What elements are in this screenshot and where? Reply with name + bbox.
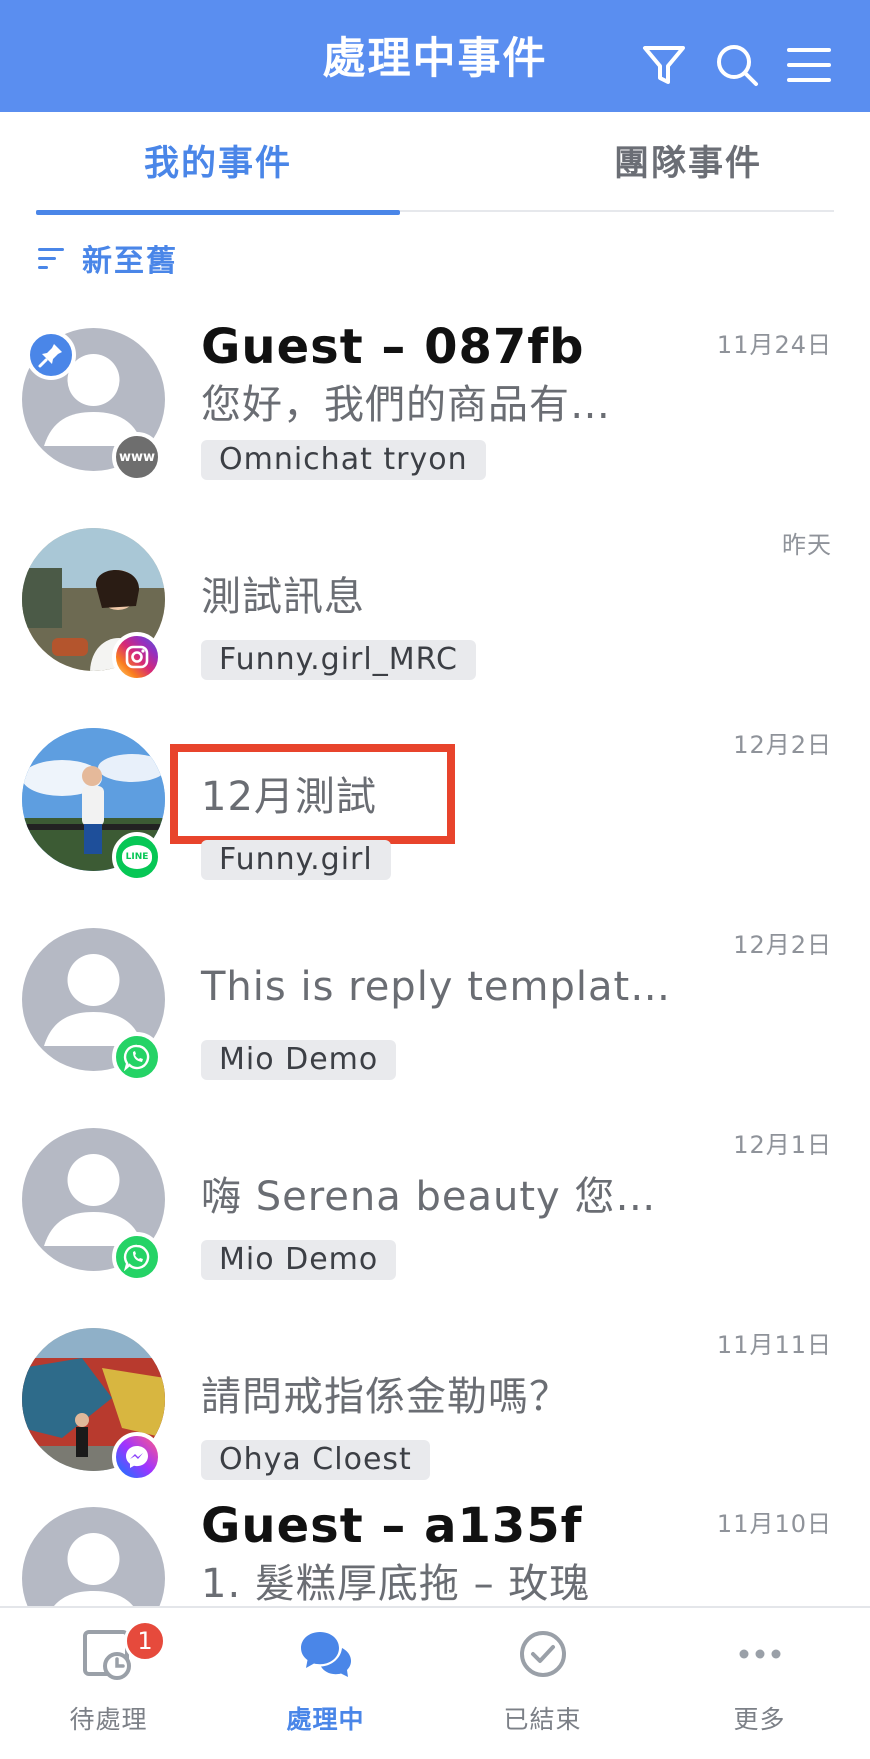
nav-closed[interactable]: 已結束 [434, 1608, 651, 1759]
account-tag: Mio Demo [201, 1040, 397, 1080]
default-avatar-icon [22, 1507, 165, 1608]
conversation-item[interactable]: Guest – a135f 1. 髮糕厚底拖 – 玫瑰 11月10日 [0, 1479, 870, 1608]
line-icon: LINE [112, 832, 162, 882]
menu-icon [787, 48, 831, 82]
menu-button[interactable] [782, 38, 836, 92]
more-dots-icon [739, 1649, 780, 1659]
whatsapp-icon [112, 1232, 162, 1282]
last-message: 測試訊息 [201, 574, 365, 620]
last-message: 您好，我們的商品有… [201, 382, 611, 428]
conversation-list: www Guest – 087fb 您好，我們的商品有… Omnichat tr… [0, 300, 870, 1608]
nav-in-progress[interactable]: 處理中 [217, 1608, 434, 1759]
timestamp: 昨天 [782, 531, 832, 559]
active-tab-indicator [36, 210, 400, 215]
search-button[interactable] [710, 38, 764, 92]
conversation-item[interactable]: This is reply templat… Mio Demo 12月2日 [0, 900, 870, 1100]
highlight-box [170, 744, 455, 844]
timestamp: 11月10日 [716, 1510, 832, 1538]
sort-icon [38, 245, 68, 271]
nav-pending[interactable]: 1 待處理 [0, 1608, 217, 1759]
last-message: 請問戒指係金勒嗎？ [201, 1374, 570, 1420]
last-message: 嗨 Serena beauty 您… [201, 1174, 657, 1220]
nav-label: 待處理 [69, 1705, 148, 1734]
web-channel-icon: www [112, 432, 162, 482]
timestamp: 11月11日 [716, 1331, 832, 1359]
search-icon [717, 45, 758, 86]
tab-label: 團隊事件 [613, 144, 762, 184]
account-tag: Mio Demo [201, 1240, 397, 1280]
contact-name: Guest – 087fb [201, 319, 585, 375]
account-tag: Ohya Cloest [201, 1440, 430, 1480]
account-tag: Omnichat tryon [201, 440, 486, 480]
check-circle-icon [519, 1631, 566, 1677]
event-tabs: 我的事件 團隊事件 [36, 112, 834, 215]
chat-bubbles-icon [300, 1632, 351, 1677]
tab-my-events[interactable]: 我的事件 [36, 112, 400, 215]
last-message: This is reply templat… [201, 964, 672, 1010]
conversation-item[interactable]: 請問戒指係金勒嗎？ Ohya Cloest 11月11日 [0, 1300, 870, 1500]
conversation-item[interactable]: LINE 12月測試 Funny.girl 12月2日 [0, 700, 870, 900]
app-header: 處理中事件 [0, 0, 870, 112]
timestamp: 11月24日 [716, 331, 832, 359]
nav-label: 處理中 [286, 1705, 365, 1734]
sort-button[interactable]: 新至舊 [38, 236, 178, 280]
pin-icon [26, 330, 76, 380]
timestamp: 12月1日 [733, 1131, 832, 1159]
whatsapp-icon [112, 1032, 162, 1082]
conversation-item[interactable]: 測試訊息 Funny.girl_MRC 昨天 [0, 500, 870, 700]
filter-button[interactable] [637, 38, 691, 92]
tab-team-events[interactable]: 團隊事件 [506, 112, 870, 212]
timestamp: 12月2日 [733, 731, 832, 759]
conversation-item[interactable]: www Guest – 087fb 您好，我們的商品有… Omnichat tr… [0, 300, 870, 500]
nav-label: 已結束 [503, 1705, 582, 1734]
messenger-icon [112, 1432, 162, 1482]
account-tag: Funny.girl [201, 840, 391, 880]
tab-label: 我的事件 [143, 144, 292, 184]
nav-label: 更多 [733, 1705, 786, 1734]
conversation-item[interactable]: 嗨 Serena beauty 您… Mio Demo 12月1日 [0, 1100, 870, 1300]
contact-name: Guest – a135f [201, 1498, 583, 1554]
timestamp: 12月2日 [733, 931, 832, 959]
bottom-navigation: 1 待處理 處理中 已結束 更多 [0, 1606, 870, 1759]
instagram-icon [112, 632, 162, 682]
account-tag: Funny.girl_MRC [201, 640, 476, 680]
last-message: 1. 髮糕厚底拖 – 玫瑰 [201, 1561, 591, 1607]
sort-label: 新至舊 [82, 244, 178, 279]
filter-icon [643, 46, 685, 84]
pending-count-badge: 1 [124, 1620, 166, 1662]
nav-more[interactable]: 更多 [651, 1608, 868, 1759]
